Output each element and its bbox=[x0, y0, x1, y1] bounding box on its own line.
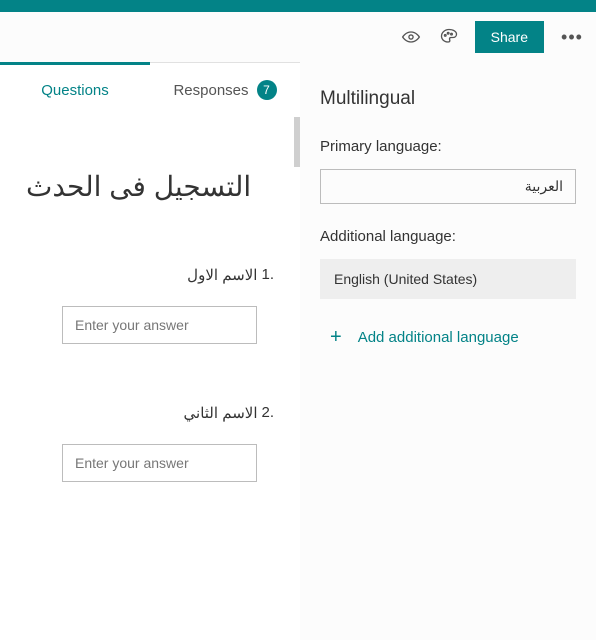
form-title: التسجيل فى الحدث bbox=[26, 167, 274, 206]
question-text: الاسم الاول bbox=[187, 266, 257, 284]
question-number: 1. bbox=[261, 266, 274, 284]
question-2: 2. الاسم الثاني bbox=[26, 404, 274, 482]
primary-language-label: Primary language: bbox=[320, 138, 576, 155]
tab-label: Questions bbox=[41, 82, 109, 99]
panel-title: Multilingual bbox=[320, 88, 576, 110]
more-options-button[interactable]: ••• bbox=[558, 27, 586, 48]
add-language-label: Add additional language bbox=[358, 329, 519, 346]
share-button[interactable]: Share bbox=[475, 21, 544, 53]
add-additional-language-button[interactable]: + Add additional language bbox=[320, 327, 576, 347]
question-label: 2. الاسم الثاني bbox=[26, 404, 274, 422]
question-number: 2. bbox=[261, 404, 274, 422]
additional-language-label: Additional language: bbox=[320, 228, 576, 245]
tabs: Questions Responses 7 bbox=[0, 63, 300, 117]
answer-input-1[interactable] bbox=[62, 306, 257, 344]
multilingual-panel: Multilingual Primary language: العربية A… bbox=[300, 62, 596, 640]
tab-label: Responses bbox=[173, 82, 248, 99]
responses-count-badge: 7 bbox=[257, 80, 277, 100]
additional-language-item[interactable]: English (United States) bbox=[320, 259, 576, 299]
theme-icon[interactable] bbox=[437, 25, 461, 49]
primary-language-select[interactable]: العربية bbox=[320, 169, 576, 204]
tab-responses[interactable]: Responses 7 bbox=[150, 63, 300, 117]
tab-questions[interactable]: Questions bbox=[0, 63, 150, 117]
form-content: التسجيل فى الحدث 1. الاسم الاول 2. الاسم… bbox=[0, 117, 300, 562]
toolbar: Share ••• bbox=[0, 12, 596, 62]
question-label: 1. الاسم الاول bbox=[26, 266, 274, 284]
scrollbar[interactable] bbox=[294, 117, 300, 167]
form-panel: Questions Responses 7 التسجيل فى الحدث 1… bbox=[0, 62, 300, 640]
app-header-strip bbox=[0, 0, 596, 12]
preview-icon[interactable] bbox=[399, 25, 423, 49]
question-text: الاسم الثاني bbox=[184, 404, 258, 422]
answer-input-2[interactable] bbox=[62, 444, 257, 482]
plus-icon: + bbox=[330, 327, 342, 347]
question-1: 1. الاسم الاول bbox=[26, 266, 274, 344]
